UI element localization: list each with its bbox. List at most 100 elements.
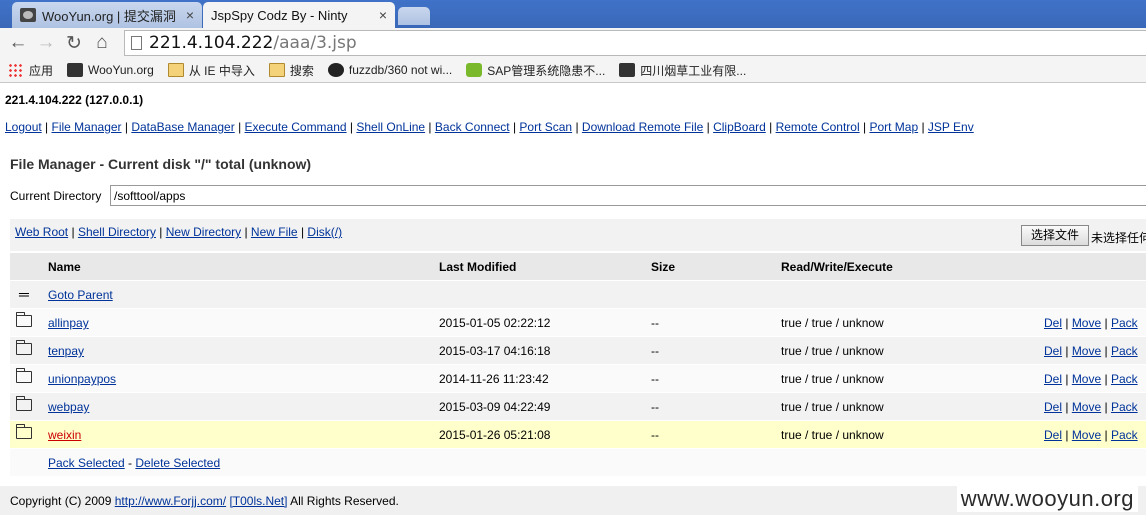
- move-link[interactable]: Move: [1072, 316, 1101, 330]
- bookmark-fuzzdb[interactable]: fuzzdb/360 not wi...: [327, 63, 452, 77]
- tab-wooyun[interactable]: WooYun.org | 提交漏洞 ×: [12, 2, 202, 28]
- move-link[interactable]: Move: [1072, 400, 1101, 414]
- folder-icon: [167, 63, 184, 77]
- new-file-link[interactable]: New File: [251, 225, 298, 239]
- disk-link[interactable]: Disk(/): [307, 225, 342, 239]
- close-icon[interactable]: ×: [186, 7, 194, 23]
- nav-clipboard[interactable]: ClipBoard: [713, 120, 766, 134]
- del-link[interactable]: Del: [1044, 316, 1062, 330]
- url-host: 221.4.104.222: [149, 33, 274, 53]
- bookmark-sichuan[interactable]: 四川烟草工业有限...: [619, 62, 746, 79]
- file-table: Name Last Modified Size Read/Write/Execu…: [10, 253, 1146, 477]
- reload-icon[interactable]: ↻: [60, 32, 88, 55]
- bookmark-wooyun[interactable]: WooYun.org: [67, 63, 154, 77]
- parent-dir-icon: ═: [19, 286, 29, 302]
- del-link[interactable]: Del: [1044, 372, 1062, 386]
- file-name-link[interactable]: webpay: [48, 400, 89, 414]
- bookmark-label: 从 IE 中导入: [188, 63, 255, 78]
- t00ls-link[interactable]: [T00ls.Net]: [229, 494, 287, 508]
- last-modified: 2015-03-17 04:16:18: [439, 344, 551, 358]
- row-actions: Del | Move | Pack: [1044, 428, 1138, 442]
- nav-port-map[interactable]: Port Map: [869, 120, 918, 134]
- url-path: /aaa/3.jsp: [273, 33, 357, 53]
- bookmark-label: 搜索: [289, 63, 314, 78]
- pack-link[interactable]: Pack: [1111, 372, 1138, 386]
- shell-directory-link[interactable]: Shell Directory: [78, 225, 156, 239]
- nav-execute-command[interactable]: Execute Command: [245, 120, 347, 134]
- bookmark-folder-ie[interactable]: 从 IE 中导入: [167, 62, 255, 79]
- table-row: allinpay 2015-01-05 02:22:12 -- true / t…: [10, 309, 1146, 337]
- action-bar: Web Root | Shell Directory | New Directo…: [10, 219, 1146, 251]
- pack-selected-link[interactable]: Pack Selected: [48, 456, 125, 470]
- nav-logout[interactable]: Logout: [5, 120, 42, 134]
- del-link[interactable]: Del: [1044, 400, 1062, 414]
- col-last-modified: Last Modified: [439, 260, 517, 274]
- address-bar[interactable]: 221.4.104.222/aaa/3.jsp: [124, 30, 1146, 56]
- file-name-link[interactable]: unionpaypos: [48, 372, 116, 386]
- nav-shell-online[interactable]: Shell OnLine: [356, 120, 425, 134]
- footer: Copyright (C) 2009 http://www.Forjj.com/…: [0, 486, 1146, 515]
- row-actions: Del | Move | Pack: [1044, 344, 1138, 358]
- nav-port-scan[interactable]: Port Scan: [519, 120, 572, 134]
- table-row: unionpaypos 2014-11-26 11:23:42 -- true …: [10, 365, 1146, 393]
- forward-arrow-icon[interactable]: →: [32, 32, 60, 54]
- main-nav: Logout | File Manager | DataBase Manager…: [5, 120, 974, 134]
- back-arrow-icon[interactable]: ←: [4, 32, 32, 54]
- file-name-link[interactable]: allinpay: [48, 316, 89, 330]
- bookmark-sap[interactable]: SAP管理系统隐患不...: [466, 62, 605, 79]
- page-content: 221.4.104.222 (127.0.0.1) Logout | File …: [0, 84, 1146, 515]
- nav-file-manager[interactable]: File Manager: [52, 120, 122, 134]
- last-modified: 2015-03-09 04:22:49: [439, 400, 551, 414]
- pack-link[interactable]: Pack: [1111, 428, 1138, 442]
- bookmark-folder-search[interactable]: 搜索: [268, 62, 314, 79]
- pack-link[interactable]: Pack: [1111, 316, 1138, 330]
- nav-back-connect[interactable]: Back Connect: [435, 120, 510, 134]
- current-directory-input[interactable]: [110, 185, 1146, 206]
- file-size: --: [651, 400, 659, 414]
- new-directory-link[interactable]: New Directory: [166, 225, 241, 239]
- web-root-link[interactable]: Web Root: [15, 225, 68, 239]
- file-size: --: [651, 344, 659, 358]
- copyright-prefix: Copyright (C) 2009: [10, 494, 112, 508]
- col-name: Name: [48, 260, 81, 274]
- host-info: 221.4.104.222 (127.0.0.1): [5, 93, 144, 107]
- row-actions: Del | Move | Pack: [1044, 316, 1138, 330]
- nav-jsp-env[interactable]: JSP Env: [928, 120, 974, 134]
- github-icon: [327, 63, 344, 77]
- bulk-actions-row: Pack Selected - Delete Selected: [10, 449, 1146, 477]
- move-link[interactable]: Move: [1072, 428, 1101, 442]
- no-file-chosen-text: 未选择任何文件: [1091, 231, 1146, 245]
- col-rwx: Read/Write/Execute: [781, 260, 893, 274]
- nav-download-remote-file[interactable]: Download Remote File: [582, 120, 703, 134]
- choose-file-button[interactable]: 选择文件: [1021, 225, 1089, 246]
- row-actions: Del | Move | Pack: [1044, 372, 1138, 386]
- move-link[interactable]: Move: [1072, 372, 1101, 386]
- nav-remote-control[interactable]: Remote Control: [776, 120, 860, 134]
- move-link[interactable]: Move: [1072, 344, 1101, 358]
- pack-link[interactable]: Pack: [1111, 400, 1138, 414]
- folder-icon: [268, 63, 285, 77]
- file-name-link[interactable]: weixin: [48, 428, 81, 442]
- file-name-link[interactable]: tenpay: [48, 344, 84, 358]
- goto-parent-link[interactable]: Goto Parent: [48, 288, 113, 302]
- bookmark-label: WooYun.org: [88, 63, 154, 77]
- copyright-suffix: All Rights Reserved.: [290, 494, 399, 508]
- new-tab-button[interactable]: [398, 7, 430, 25]
- tab-jspspy[interactable]: JspSpy Codz By - Ninty ×: [203, 2, 395, 28]
- folder-icon: [15, 312, 32, 330]
- close-icon[interactable]: ×: [379, 7, 387, 23]
- bookmark-apps[interactable]: 应用: [8, 62, 53, 79]
- home-icon[interactable]: ⌂: [88, 32, 116, 54]
- bookmark-label: 四川烟草工业有限...: [640, 63, 747, 78]
- parent-row: ═ Goto Parent: [10, 281, 1146, 309]
- delete-selected-link[interactable]: Delete Selected: [135, 456, 220, 470]
- forjj-link[interactable]: http://www.Forjj.com/: [115, 494, 226, 508]
- del-link[interactable]: Del: [1044, 428, 1062, 442]
- pack-link[interactable]: Pack: [1111, 344, 1138, 358]
- file-size: --: [651, 316, 659, 330]
- nav-database-manager[interactable]: DataBase Manager: [131, 120, 234, 134]
- action-links: Web Root | Shell Directory | New Directo…: [15, 225, 343, 239]
- watermark: www.wooyun.org: [956, 486, 1138, 512]
- del-link[interactable]: Del: [1044, 344, 1062, 358]
- tab-title: JspSpy Codz By - Ninty: [211, 7, 348, 23]
